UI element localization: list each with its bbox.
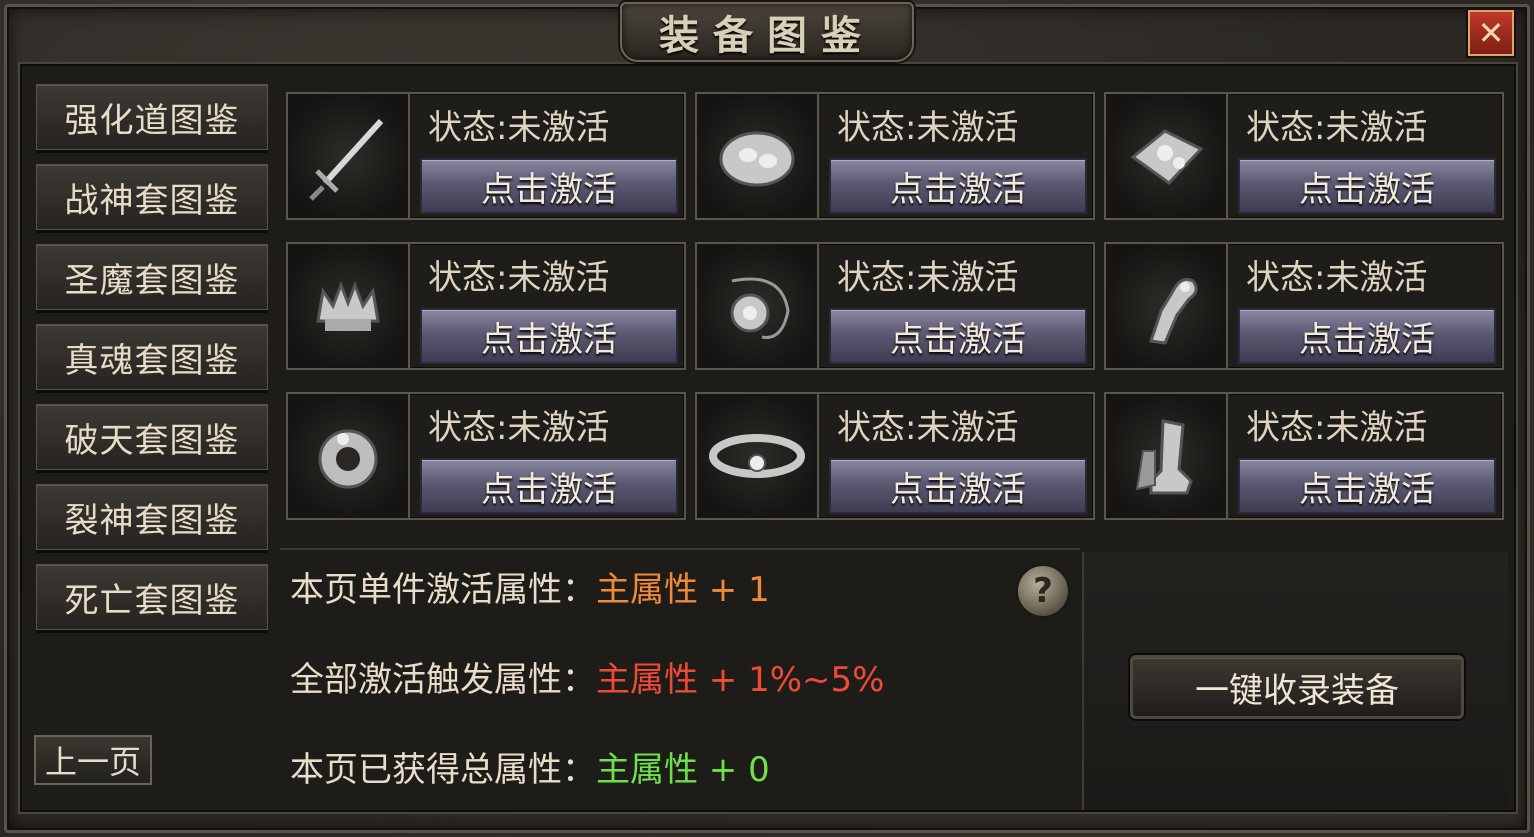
equipment-card: 状态:未激活 点击激活	[286, 392, 686, 520]
status-label: 状态:未激活	[428, 408, 610, 448]
status-label: 状态:未激活	[1246, 258, 1428, 298]
necklace-icon	[730, 277, 790, 339]
armor-alt-icon	[1130, 129, 1204, 185]
sidebar-item-break-sky[interactable]: 破天套图鉴	[36, 404, 268, 470]
status-label: 状态:未激活	[837, 408, 1019, 448]
equipment-card: 状态:未激活 点击激活	[695, 242, 1095, 370]
sidebar-item-death[interactable]: 死亡套图鉴	[36, 564, 268, 630]
item-slot[interactable]	[697, 244, 819, 368]
activate-button[interactable]: 点击激活	[420, 458, 678, 514]
full-activation-attribute: 全部激活触发属性：主属性 + 1%~5%	[290, 652, 884, 701]
attribute-value: 主属性 + 0	[596, 750, 770, 790]
codex-window: 装备图鉴 ✕ 强化道图鉴 战神套图鉴 圣魔套图鉴 真魂套图鉴 破天套图鉴 裂神套…	[0, 0, 1534, 837]
equipment-card: 状态:未激活 点击激活	[286, 92, 686, 220]
equipment-card: 状态:未激活 点击激活	[695, 92, 1095, 220]
equipment-grid: 状态:未激活 点击激活 状态:未激活 点击激活 状态:未激活 点击激活 状态:未…	[280, 86, 1508, 526]
window-title: 装备图鉴	[620, 2, 914, 62]
status-label: 状态:未激活	[1246, 108, 1428, 148]
attribute-label: 全部激活触发属性：	[290, 660, 596, 700]
attribute-value: 主属性 + 1	[596, 570, 770, 610]
bracelet-icon	[1149, 277, 1198, 345]
helmet-icon	[316, 280, 380, 331]
attribute-panel: 本页单件激活属性：主属性 + 1 全部激活触发属性：主属性 + 1%~5% 本页…	[280, 548, 1080, 812]
sidebar-item-holy-demon[interactable]: 圣魔套图鉴	[36, 244, 268, 310]
equipment-card: 状态:未激活 点击激活	[1104, 92, 1504, 220]
activate-button[interactable]: 点击激活	[829, 458, 1087, 514]
collect-all-button[interactable]: 一键收录装备	[1130, 655, 1464, 719]
activate-button[interactable]: 点击激活	[829, 158, 1087, 214]
item-slot[interactable]	[697, 94, 819, 218]
item-slot[interactable]	[288, 94, 410, 218]
sidebar-item-true-soul[interactable]: 真魂套图鉴	[36, 324, 268, 390]
sidebar-item-strengthen[interactable]: 强化道图鉴	[36, 84, 268, 150]
status-label: 状态:未激活	[1246, 408, 1428, 448]
status-label: 状态:未激活	[837, 108, 1019, 148]
sword-icon	[309, 118, 384, 201]
item-slot[interactable]	[1106, 244, 1228, 368]
activate-button[interactable]: 点击激活	[1238, 308, 1496, 364]
item-slot[interactable]	[288, 394, 410, 518]
equipment-card: 状态:未激活 点击激活	[1104, 392, 1504, 520]
attribute-value: 主属性 + 1%~5%	[596, 660, 885, 700]
activate-button[interactable]: 点击激活	[420, 308, 678, 364]
activate-button[interactable]: 点击激活	[1238, 458, 1496, 514]
activate-button[interactable]: 点击激活	[420, 158, 678, 214]
status-label: 状态:未激活	[428, 258, 610, 298]
total-obtained-attribute: 本页已获得总属性：主属性 + 0	[290, 742, 770, 791]
item-slot[interactable]	[1106, 394, 1228, 518]
single-activation-attribute: 本页单件激活属性：主属性 + 1	[290, 562, 770, 611]
equipment-card: 状态:未激活 点击激活	[286, 242, 686, 370]
belt-icon	[709, 434, 805, 478]
prev-page-button[interactable]: 上一页	[34, 735, 152, 785]
sidebar-item-rift-god[interactable]: 裂神套图鉴	[36, 484, 268, 550]
attribute-label: 本页单件激活属性：	[290, 570, 596, 610]
ring-icon	[318, 429, 378, 489]
item-slot[interactable]	[1106, 94, 1228, 218]
activate-button[interactable]: 点击激活	[829, 308, 1087, 364]
equipment-card: 状态:未激活 点击激活	[1104, 242, 1504, 370]
armor-icon	[719, 131, 795, 187]
item-slot[interactable]	[288, 244, 410, 368]
status-label: 状态:未激活	[837, 258, 1019, 298]
status-label: 状态:未激活	[428, 108, 610, 148]
close-button[interactable]: ✕	[1468, 10, 1514, 56]
help-button[interactable]: ?	[1016, 564, 1070, 618]
item-slot[interactable]	[697, 394, 819, 518]
close-icon: ✕	[1477, 14, 1505, 52]
activate-button[interactable]: 点击激活	[1238, 158, 1496, 214]
question-icon: ?	[1033, 571, 1053, 611]
attribute-label: 本页已获得总属性：	[290, 750, 596, 790]
equipment-card: 状态:未激活 点击激活	[695, 392, 1095, 520]
boots-icon	[1135, 419, 1193, 495]
sidebar-item-war-god[interactable]: 战神套图鉴	[36, 164, 268, 230]
